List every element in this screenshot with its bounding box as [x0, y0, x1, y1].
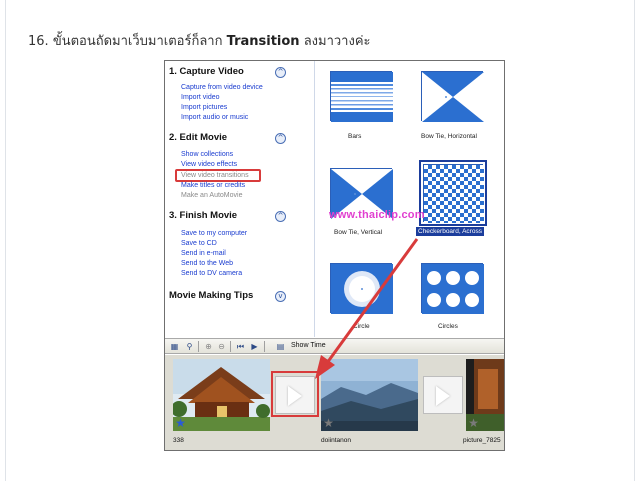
step-text-after: ลงมาวางค่ะ — [303, 34, 371, 49]
step-number: 16. — [28, 34, 49, 49]
movie-maker-screenshot: 1. Capture Video ^ Capture from video de… — [164, 60, 505, 451]
step-heading: 16. ขั้นตอนถัดมาเว็บมาเตอร์ก็ลาก Transit… — [28, 30, 371, 51]
page-frame: 16. ขั้นตอนถัดมาเว็บมาเตอร์ก็ลาก Transit… — [5, 0, 635, 481]
step-bold-word: Transition — [226, 34, 300, 49]
drag-arrow-icon — [315, 238, 419, 379]
step-text-before: ขั้นตอนถัดมาเว็บมาเตอร์ก็ลาก — [52, 34, 223, 49]
